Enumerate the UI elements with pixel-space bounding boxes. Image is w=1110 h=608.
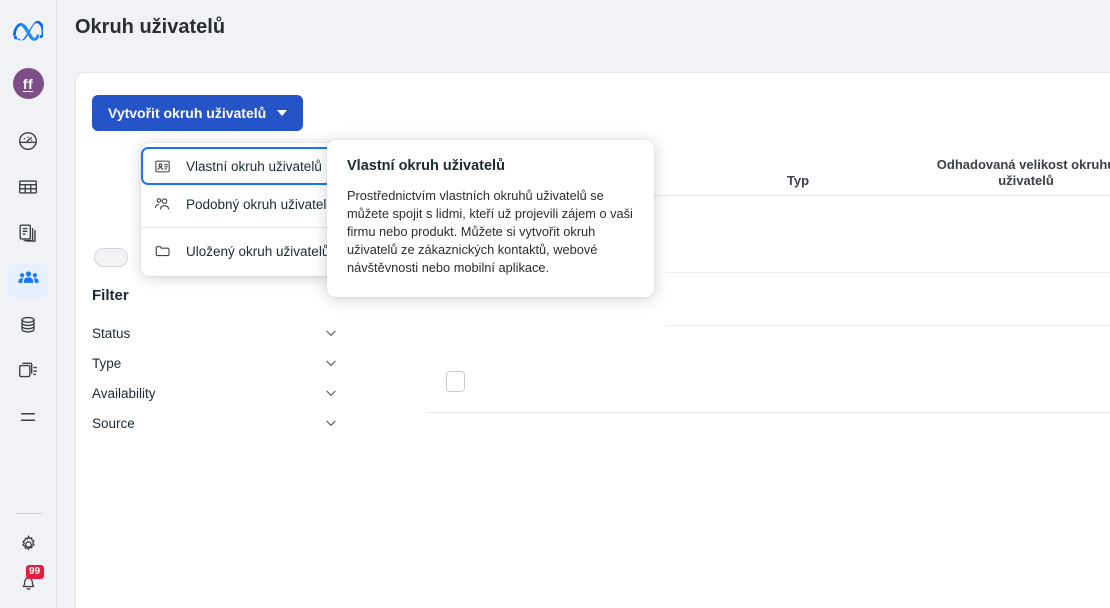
avatar-initials: ff — [22, 75, 34, 92]
table-row-divider — [666, 272, 1110, 273]
settings-button[interactable] — [9, 528, 49, 566]
menu-item-lookalike-audience[interactable]: Podobný okruh uživatelů — [141, 185, 334, 223]
filter-row-status[interactable]: Status — [92, 318, 344, 348]
sidebar-item-table[interactable] — [8, 171, 48, 207]
sidebar-item-audiences[interactable] — [8, 263, 48, 299]
id-card-person-icon — [154, 158, 174, 175]
filter-row-source[interactable]: Source — [92, 408, 344, 438]
filter-row-type[interactable]: Type — [92, 348, 344, 378]
filter-label-type: Type — [92, 355, 122, 371]
ads-manager-audiences-page: ff 99 Okruh uživatelů Vytvořit okruh uži… — [0, 0, 1110, 608]
table-body-divider — [428, 412, 1110, 413]
filter-row-availability[interactable]: Availability — [92, 378, 344, 408]
select-all-checkbox[interactable] — [446, 371, 465, 392]
chevron-down-icon — [324, 386, 338, 400]
hamburger-menu-icon — [17, 406, 39, 433]
copy-list-icon — [17, 360, 39, 387]
two-people-icon — [154, 195, 174, 213]
gear-icon — [18, 534, 39, 560]
filter-label-source: Source — [92, 415, 135, 431]
rail-divider — [15, 513, 42, 514]
meta-logo[interactable] — [8, 12, 48, 52]
create-audience-button[interactable]: Vytvořit okruh uživatelů — [92, 95, 304, 131]
menu-item-label: Podobný okruh uživatelů — [186, 196, 334, 212]
tooltip-body: Prostřednictvím vlastních okruhů uživate… — [347, 188, 633, 275]
sidebar-item-library[interactable] — [8, 355, 48, 391]
sidebar-item-more[interactable] — [8, 401, 48, 437]
page-title: Okruh uživatelů — [75, 16, 226, 38]
menu-item-saved-audience[interactable]: Uložený okruh uživatelů — [141, 232, 333, 270]
tooltip-title: Vlastní okruh uživatelů — [347, 158, 505, 174]
sidebar-item-pages[interactable] — [8, 217, 48, 253]
pages-icon — [17, 222, 39, 249]
coins-stack-icon — [17, 314, 39, 341]
avatar[interactable]: ff — [12, 68, 44, 99]
create-audience-label: Vytvořit okruh uživatelů — [108, 105, 267, 121]
table-row-divider — [666, 325, 1110, 326]
column-header-type[interactable]: Typ — [738, 173, 858, 189]
filter-heading: Filter — [92, 287, 129, 304]
filter-label-availability: Availability — [92, 385, 156, 401]
chevron-down-icon — [324, 416, 338, 430]
gauge-icon — [17, 130, 39, 157]
menu-divider — [141, 227, 333, 228]
column-header-estimated-size[interactable]: Odhadovaná velikost okruhu uživatelů — [936, 157, 1110, 189]
notifications-button[interactable]: 99 — [9, 565, 49, 604]
filter-label-status: Status — [92, 325, 131, 341]
sidebar-item-billing[interactable] — [8, 309, 48, 345]
audience-people-icon — [17, 267, 40, 295]
audience-type-tooltip: Vlastní okruh uživatelů Prostřednictvím … — [327, 140, 654, 297]
rail-bottom-group: 99 — [0, 513, 57, 604]
chevron-down-icon — [324, 326, 338, 340]
chevron-down-icon — [277, 110, 288, 116]
expiry-toggle[interactable] — [94, 248, 128, 267]
notification-badge: 99 — [25, 565, 44, 579]
filter-panel: Filter Status Type Availability Source — [92, 287, 344, 438]
menu-item-label: Uložený okruh uživatelů — [186, 243, 330, 259]
rail-nav-list — [8, 125, 48, 437]
left-nav-rail: ff 99 — [0, 0, 57, 608]
menu-item-label: Vlastní okruh uživatelů — [186, 158, 322, 174]
create-audience-menu: Vlastní okruh uživatelů Podobný okruh už… — [141, 143, 334, 276]
folder-icon — [154, 242, 174, 260]
chevron-down-icon — [324, 356, 338, 370]
main-content: Okruh uživatelů Vytvořit okruh uživatelů… — [57, 0, 1110, 608]
menu-item-custom-audience[interactable]: Vlastní okruh uživatelů — [141, 147, 333, 185]
sidebar-item-gauge[interactable] — [8, 125, 48, 161]
table-icon — [17, 176, 39, 203]
